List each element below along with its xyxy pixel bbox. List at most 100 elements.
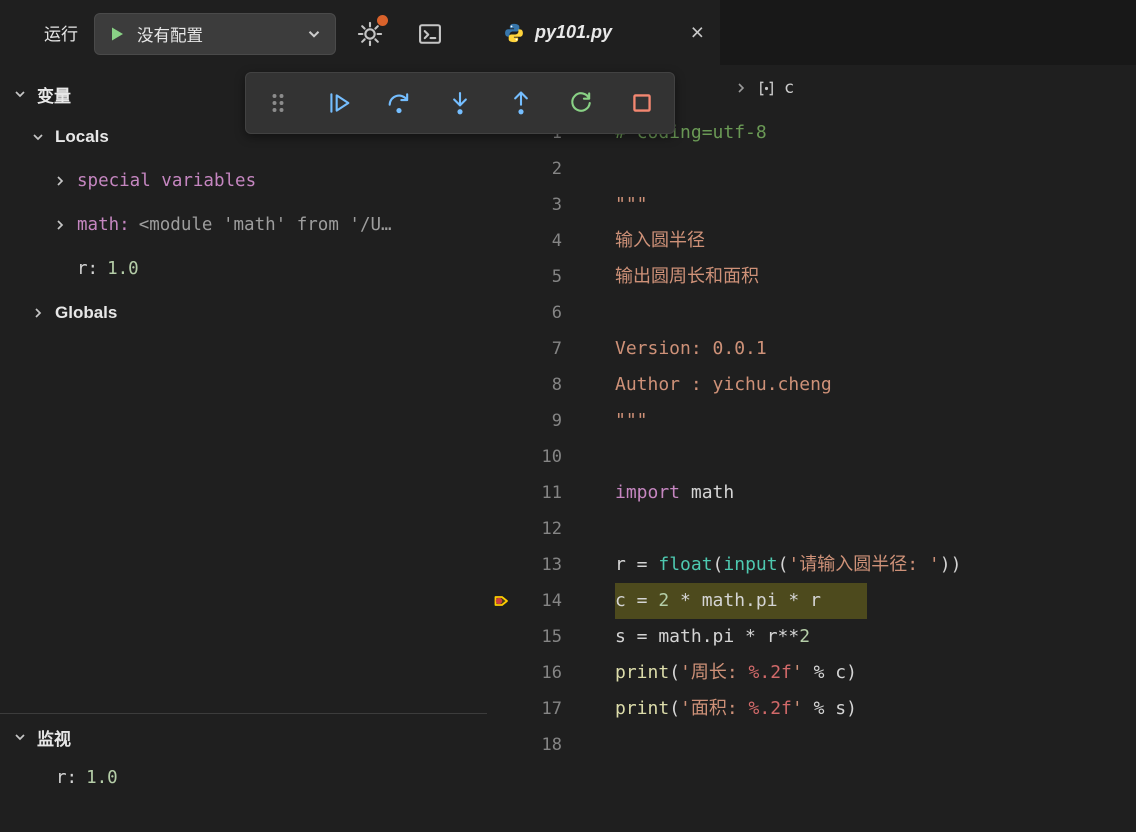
tab-py101[interactable]: py101.py × xyxy=(487,0,720,65)
gutter-glyph[interactable] xyxy=(487,223,517,259)
chevron-right-icon xyxy=(52,217,68,233)
gutter-glyph[interactable] xyxy=(487,403,517,439)
code-line-10[interactable]: 10 xyxy=(487,439,1136,475)
breadcrumb-chevron-icon xyxy=(733,80,749,96)
line-number: 14 xyxy=(517,583,562,619)
variable-value: <module 'math' from '/U… xyxy=(139,215,392,235)
gutter-glyph[interactable] xyxy=(487,295,517,331)
breadcrumb-item-symbol[interactable]: c xyxy=(784,78,794,98)
debug-console-button[interactable] xyxy=(410,14,450,54)
tree-row-math[interactable]: math: <module 'math' from '/U… xyxy=(0,203,487,247)
gutter-glyph[interactable] xyxy=(487,511,517,547)
variables-title: 变量 xyxy=(37,82,71,107)
tree-row-r[interactable]: r:1.0 xyxy=(0,247,487,291)
debug-console-icon xyxy=(416,20,444,48)
code-line-14[interactable]: 14 c = 2 * math.pi * r xyxy=(487,583,1136,619)
debug-config-dropdown[interactable]: 没有配置 xyxy=(94,13,336,55)
gutter-glyph[interactable] xyxy=(487,187,517,223)
step-over-button[interactable] xyxy=(381,85,417,121)
code-line-2[interactable]: 2 xyxy=(487,151,1136,187)
gutter-glyph[interactable] xyxy=(487,367,517,403)
code-line-4[interactable]: 4 输入圆半径 xyxy=(487,223,1136,259)
tree-row-globals[interactable]: Globals xyxy=(0,291,487,335)
tree-row-special-variables[interactable]: special variables xyxy=(0,159,487,203)
debug-settings-button[interactable] xyxy=(350,14,390,54)
code-line-15[interactable]: 15 s = math.pi * r**2 xyxy=(487,619,1136,655)
debug-sidebar: 变量 Locals special variables math: <module '… xyxy=(0,65,487,832)
gutter-glyph[interactable] xyxy=(487,619,517,655)
continue-icon xyxy=(325,89,353,117)
code-line-11[interactable]: 11import math xyxy=(487,475,1136,511)
line-number: 10 xyxy=(517,439,562,475)
watch-row-r[interactable]: r:1.0 xyxy=(0,758,487,798)
gripper-icon xyxy=(264,89,292,117)
line-number: 18 xyxy=(517,727,562,763)
gutter-glyph[interactable] xyxy=(487,331,517,367)
step-into-button[interactable] xyxy=(442,85,478,121)
gutter-glyph[interactable] xyxy=(487,547,517,583)
chevron-down-icon xyxy=(12,729,28,745)
breakpoint-current-frame-glyph[interactable] xyxy=(487,583,517,619)
line-number: 2 xyxy=(517,151,562,187)
notification-badge xyxy=(377,15,388,26)
start-debugging-icon[interactable] xyxy=(107,24,127,44)
line-number: 13 xyxy=(517,547,562,583)
chevron-down-icon xyxy=(30,129,46,145)
line-number: 17 xyxy=(517,691,562,727)
watch-section-header[interactable]: 监视 xyxy=(0,716,487,758)
variable-name: math: xyxy=(77,215,130,235)
step-out-icon xyxy=(507,89,535,117)
code-text: 输入圆半径 xyxy=(615,223,705,259)
code-line-6[interactable]: 6 xyxy=(487,295,1136,331)
code-line-9[interactable]: 9""" xyxy=(487,403,1136,439)
code-line-3[interactable]: 3""" xyxy=(487,187,1136,223)
code-line-8[interactable]: 8Author : yichu.cheng xyxy=(487,367,1136,403)
code-text: print('面积: %.2f' % s) xyxy=(615,691,857,727)
gutter-glyph[interactable] xyxy=(487,655,517,691)
gutter-glyph[interactable] xyxy=(487,727,517,763)
tab-title: py101.py xyxy=(535,22,683,43)
close-icon[interactable]: × xyxy=(691,21,704,44)
line-number: 15 xyxy=(517,619,562,655)
chevron-right-icon xyxy=(30,305,46,321)
code-text: """ xyxy=(615,187,648,223)
code-line-12[interactable]: 12 xyxy=(487,511,1136,547)
restart-icon xyxy=(567,89,595,117)
editor-tab-bar: py101.py × xyxy=(487,0,1136,65)
code-text: """ xyxy=(615,403,648,439)
gutter-glyph[interactable] xyxy=(487,439,517,475)
line-number: 7 xyxy=(517,331,562,367)
line-number: 6 xyxy=(517,295,562,331)
code-text: print('周长: %.2f' % c) xyxy=(615,655,857,691)
gutter-glyph[interactable] xyxy=(487,151,517,187)
variable-name: r: xyxy=(77,259,98,279)
line-number: 8 xyxy=(517,367,562,403)
code-editor[interactable]: 1# coding=utf-823"""4输入圆半径5输出圆周长和面积67Ver… xyxy=(487,111,1136,832)
drag-handle[interactable] xyxy=(260,85,296,121)
code-text: r = float(input('请输入圆半径: ')) xyxy=(615,547,961,583)
code-text: Version: 0.0.1 xyxy=(615,331,767,367)
gutter-glyph[interactable] xyxy=(487,259,517,295)
stop-icon xyxy=(628,89,656,117)
gutter-glyph[interactable] xyxy=(487,475,517,511)
code-line-18[interactable]: 18 xyxy=(487,727,1136,763)
step-out-button[interactable] xyxy=(503,85,539,121)
stop-button[interactable] xyxy=(624,85,660,121)
code-text: c = 2 * math.pi * r xyxy=(615,583,867,619)
code-line-7[interactable]: 7 Version: 0.0.1 xyxy=(487,331,1136,367)
config-label: 没有配置 xyxy=(137,22,305,46)
restart-button[interactable] xyxy=(563,85,599,121)
line-number: 4 xyxy=(517,223,562,259)
code-line-13[interactable]: 13 r = float(input('请输入圆半径: ')) xyxy=(487,547,1136,583)
watch-title: 监视 xyxy=(37,725,71,750)
python-icon xyxy=(503,22,525,44)
tree-label: Locals xyxy=(55,127,109,147)
watch-name: r: xyxy=(56,768,77,788)
gutter-glyph[interactable] xyxy=(487,691,517,727)
code-text: s = math.pi * r**2 xyxy=(615,619,810,655)
code-line-16[interactable]: 16print('周长: %.2f' % c) xyxy=(487,655,1136,691)
code-line-17[interactable]: 17 print('面积: %.2f' % s) xyxy=(487,691,1136,727)
line-number: 12 xyxy=(517,511,562,547)
continue-button[interactable] xyxy=(321,85,357,121)
code-line-5[interactable]: 5输出圆周长和面积 xyxy=(487,259,1136,295)
